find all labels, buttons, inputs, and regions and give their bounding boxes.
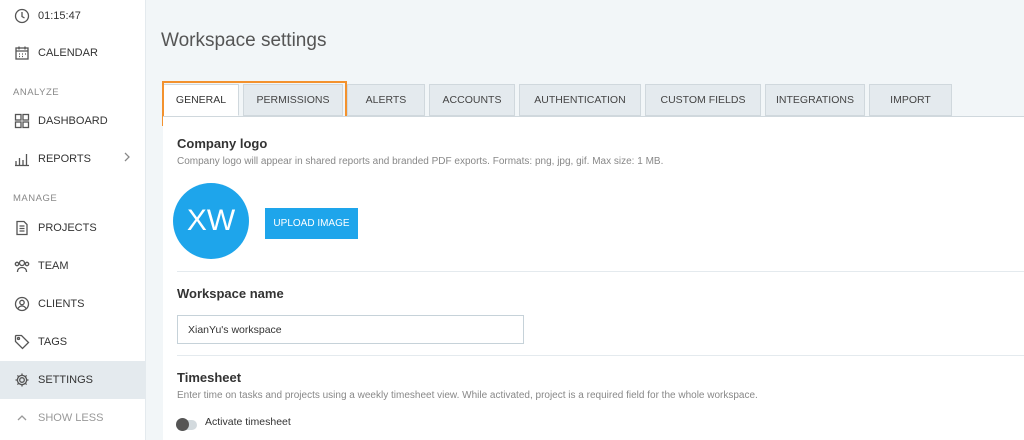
main-content: Workspace settings GENERAL PERMISSIONS A… [147,0,1024,440]
sidebar-item-label: 01:15:47 [38,10,81,22]
toggle-knob [176,418,189,431]
section-label-manage: MANAGE [13,193,58,204]
show-less-label: SHOW LESS [38,412,104,424]
divider [177,355,1024,356]
sidebar-item-label: TAGS [38,336,68,348]
show-less-button[interactable]: SHOW LESS [0,399,146,437]
company-logo-avatar[interactable]: XW [173,183,249,259]
section-label-analyze: ANALYZE [13,87,60,98]
settings-panel: Company logo Company logo will appear in… [163,116,1024,440]
company-logo-title: Company logo [177,136,268,151]
tab-general[interactable]: GENERAL [163,84,239,116]
sidebar-item-clients[interactable]: CLIENTS [0,285,146,323]
workspace-name-input[interactable] [177,315,524,344]
timesheet-toggle-label: Activate timesheet [205,416,291,428]
upload-image-button[interactable]: UPLOAD IMAGE [265,208,358,239]
team-icon [13,257,31,275]
sidebar-item-label: SETTINGS [38,374,94,386]
timesheet-toggle[interactable] [176,418,197,431]
sidebar-item-tags[interactable]: TAGS [0,323,146,361]
sidebar-item-reports[interactable]: REPORTS [0,140,146,178]
sidebar-item-dashboard[interactable]: DASHBOARD [0,102,146,140]
calendar-icon [13,44,31,62]
workspace-name-title: Workspace name [177,286,284,301]
user-circle-icon [13,295,31,313]
sidebar-item-label: PROJECTS [38,222,97,234]
sidebar-item-label: REPORTS [38,153,91,165]
tab-authentication[interactable]: AUTHENTICATION [519,84,641,116]
divider [177,271,1024,272]
tab-accounts[interactable]: ACCOUNTS [429,84,515,116]
sidebar-item-settings[interactable]: SETTINGS [0,361,146,399]
sidebar-item-label: CALENDAR [38,47,98,59]
tab-alerts[interactable]: ALERTS [347,84,425,116]
tab-permissions[interactable]: PERMISSIONS [243,84,343,116]
sidebar-item-team[interactable]: TEAM [0,247,146,285]
clock-icon [13,7,31,25]
tab-custom-fields[interactable]: CUSTOM FIELDS [645,84,761,116]
tag-icon [13,333,31,351]
timesheet-description: Enter time on tasks and projects using a… [177,390,758,401]
company-logo-description: Company logo will appear in shared repor… [177,156,664,167]
sidebar-item-label: DASHBOARD [38,115,108,127]
timesheet-title: Timesheet [177,370,242,385]
sidebar-item-label: CLIENTS [38,298,85,310]
tab-bar: GENERAL PERMISSIONS ALERTS ACCOUNTS AUTH… [163,84,956,116]
chevron-up-icon [13,409,31,427]
sidebar-item-timer[interactable]: 01:15:47 [0,0,146,35]
tab-import[interactable]: IMPORT [869,84,952,116]
page-title: Workspace settings [161,30,327,51]
document-icon [13,219,31,237]
chevron-right-icon [122,152,132,165]
gear-icon [13,371,31,389]
tab-integrations[interactable]: INTEGRATIONS [765,84,865,116]
sidebar-item-projects[interactable]: PROJECTS [0,209,146,247]
bar-chart-icon [13,150,31,168]
sidebar-item-calendar[interactable]: CALENDAR [0,34,146,72]
dashboard-icon [13,112,31,130]
sidebar-item-label: TEAM [38,260,69,272]
sidebar: 01:15:47 CALENDAR ANALYZE DASHBOARD REPO… [0,0,146,440]
